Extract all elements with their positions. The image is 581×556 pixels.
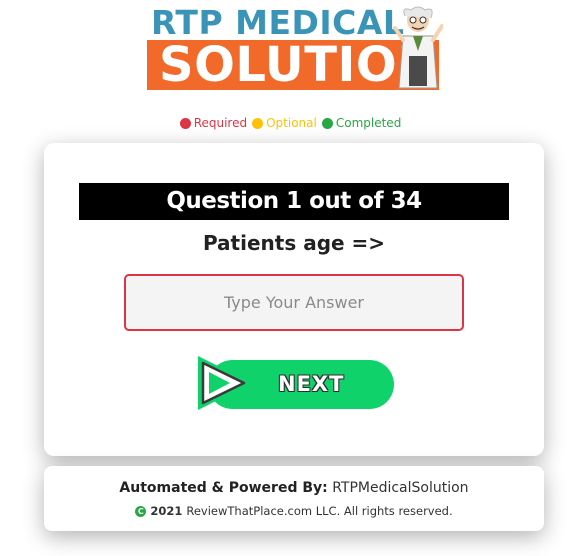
copyright-line: C 2021 ReviewThatPlace.com LLC. All righ… [44, 504, 544, 518]
powered-by-prefix: Automated & Powered By: [119, 480, 328, 496]
copyright-icon: C [135, 505, 147, 517]
question-card: Question 1 out of 34 Patients age => NEX… [44, 143, 544, 456]
legend-required-label: Required [193, 116, 248, 130]
copyright-year: 2021 [150, 504, 183, 518]
next-button[interactable]: NEXT [194, 353, 394, 413]
play-arrow-icon [198, 356, 252, 410]
legend-completed: Completed [321, 116, 402, 130]
answer-input[interactable] [124, 274, 464, 331]
completed-dot-icon [321, 117, 333, 129]
required-dot-icon [179, 117, 191, 129]
question-counter: Question 1 out of 34 [79, 183, 509, 220]
brand-logo: RTP MEDICAL SOLUTION [147, 4, 443, 92]
legend-required: Required [179, 116, 248, 130]
legend-optional: Optional [252, 116, 317, 130]
doctor-mascot-icon [393, 6, 443, 89]
legend-completed-label: Completed [335, 116, 402, 130]
optional-dot-icon [252, 117, 264, 129]
legend-optional-label: Optional [266, 116, 317, 130]
powered-by-name: RTPMedicalSolution [332, 480, 469, 496]
copyright-text: ReviewThatPlace.com LLC. All rights rese… [186, 504, 453, 518]
status-legend: Required Optional Completed [0, 116, 581, 130]
powered-by-line: Automated & Powered By: RTPMedicalSoluti… [44, 480, 544, 496]
footer-card: Automated & Powered By: RTPMedicalSoluti… [44, 466, 544, 531]
next-button-label: NEXT [278, 372, 345, 396]
question-text: Patients age => [202, 231, 386, 255]
